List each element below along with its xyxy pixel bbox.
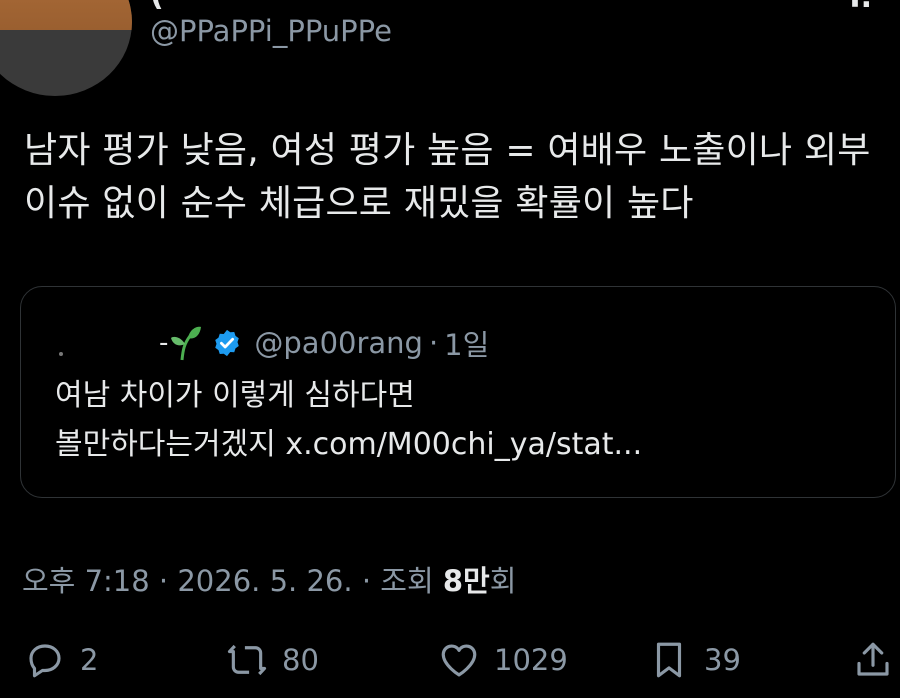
quote-tweet[interactable]: - @pa00rang · 1일 여남 차이가 이렇게 심하다면 볼만하다는거겠… [20,286,896,498]
top-right-text: T. [845,0,872,15]
tweet-date[interactable]: 2026. 5. 26. [177,564,352,598]
author-handle[interactable]: @PPaPPi_PPuPPe [150,14,392,48]
sprout-icon [171,326,202,361]
bookmark-button[interactable]: 39 [648,632,741,688]
quote-time: 1일 [444,328,490,362]
quote-text: 여남 차이가 이렇게 심하다면 볼만하다는거겠지 x.com/M00chi_ya… [55,371,875,469]
quote-separator: · [428,326,439,360]
quote-name: - [159,328,169,358]
author-name-text: ( [150,0,164,13]
quote-handle: @pa00rang [254,326,423,360]
verified-badge-icon [215,329,240,357]
meta-separator: · [361,564,372,598]
like-count: 1029 [494,643,568,677]
like-button[interactable]: 1029 [438,632,568,688]
reply-icon [29,644,61,678]
retweet-icon [227,644,267,676]
quote-avatar-dot [59,352,63,356]
meta-separator: · [158,564,169,598]
tweet-line-2: 이슈 없이 순수 체급으로 재밌을 확률이 높다 [24,183,694,224]
quote-line-2: 볼만하다는거겠지 x.com/M00chi_ya/stat... [55,427,643,462]
quote-line-1: 여남 차이가 이렇게 심하다면 [55,378,415,413]
bookmark-count: 39 [704,643,741,677]
views-value: 8만 [442,564,490,598]
author-name[interactable]: ( [150,0,164,13]
avatar[interactable] [0,0,132,96]
views-suffix: 회 [489,564,517,598]
share-button[interactable] [852,632,900,688]
quote-header: - @pa00rang · 1일 [59,321,489,365]
reply-button[interactable]: 2 [24,632,98,688]
tweet-meta: 오후 7:18 · 2026. 5. 26. · 조회 8만회 [22,558,516,600]
action-bar: 2 80 1029 39 [0,632,900,688]
tweet-time[interactable]: 오후 7:18 [22,564,150,598]
avatar-hair [0,0,132,30]
tweet-text: 남자 평가 낮음, 여성 평가 높음 = 여배우 노출이나 외부 이슈 없이 순… [24,124,894,230]
share-icon [857,642,889,676]
reply-count: 2 [80,643,99,677]
retweet-button[interactable]: 80 [226,632,319,688]
heart-icon [441,644,477,677]
views-label: 조회 [380,564,434,598]
bookmark-icon [656,642,682,678]
tweet-line-1: 남자 평가 낮음, 여성 평가 높음 = 여배우 노출이나 외부 [24,130,871,171]
retweet-count: 80 [282,643,319,677]
